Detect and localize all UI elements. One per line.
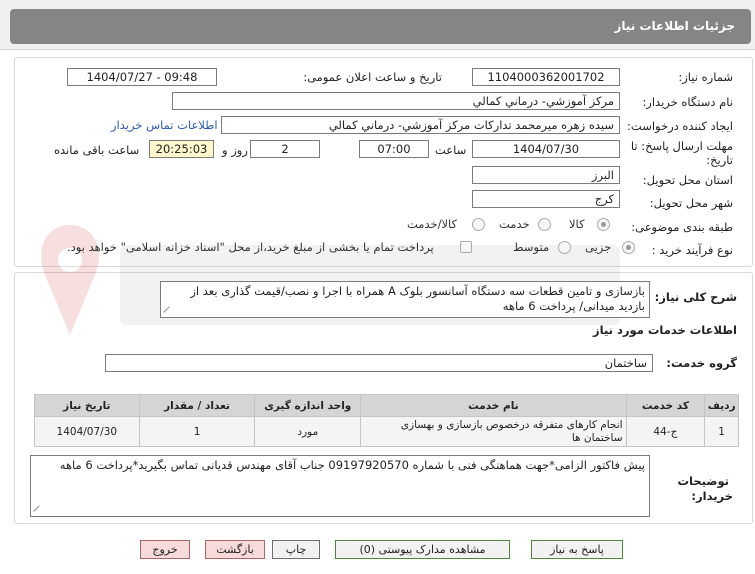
summary-label: شرح کلی نیاز: xyxy=(654,290,737,304)
col-unit: واحد اندازه گیری xyxy=(254,394,362,417)
category-label: طبقه بندی موضوعی: xyxy=(631,220,733,234)
category-radio-goods[interactable] xyxy=(597,218,610,231)
table-header-row: ردیف کد خدمت نام خدمت واحد اندازه گیری ت… xyxy=(34,394,739,417)
col-need-date: تاریخ نیاز xyxy=(34,394,140,417)
remaining-time-label: ساعت باقی مانده xyxy=(54,143,140,157)
services-table: ردیف کد خدمت نام خدمت واحد اندازه گیری ت… xyxy=(34,394,739,447)
announce-date-label: تاریخ و ساعت اعلان عمومی: xyxy=(303,70,442,84)
back-button[interactable]: بازگشت xyxy=(205,540,265,559)
process-radio-minor[interactable] xyxy=(622,241,635,254)
deadline-time-label: ساعت xyxy=(435,143,467,157)
creator-field: سیده زهره میرمحمد تدارکات مرکز آموزشي- د… xyxy=(221,116,620,134)
col-service-name: نام خدمت xyxy=(360,394,627,417)
creator-label: ایجاد کننده درخواست: xyxy=(627,119,733,133)
cell-need-date: 1404/07/30 xyxy=(34,416,140,447)
category-option-service: خدمت xyxy=(499,217,530,231)
city-label: شهر محل تحویل: xyxy=(649,196,733,210)
service-group-label: گروه خدمت: xyxy=(666,356,737,370)
cell-unit: مورد xyxy=(254,416,362,447)
buyer-notes-label-2: خریدار: xyxy=(691,489,733,503)
province-label: استان محل تحویل: xyxy=(642,173,733,187)
col-row-number: ردیف xyxy=(704,394,739,417)
days-label: روز و xyxy=(222,143,248,157)
province-field: البرز xyxy=(472,166,620,184)
cell-service-code: ج-44 xyxy=(625,416,706,447)
buyer-field: مرکز آموزشي- درماني كمالي xyxy=(172,92,620,110)
days-remaining-field: 2 xyxy=(250,140,320,158)
cell-row-number: 1 xyxy=(704,416,739,447)
need-number-label: شماره نیاز: xyxy=(678,70,733,84)
category-option-goods-service: کالا/خدمت xyxy=(407,217,458,231)
respond-button[interactable]: پاسخ به نیاز xyxy=(531,540,623,559)
category-radio-goods-service[interactable] xyxy=(472,218,485,231)
print-button[interactable]: چاپ xyxy=(272,540,320,559)
announce-date-field: 1404/07/27 - 09:48 xyxy=(67,68,217,86)
process-radio-medium[interactable] xyxy=(558,241,571,254)
deadline-date-field: 1404/07/30 xyxy=(472,140,620,158)
need-info-panel xyxy=(14,57,753,267)
process-type-label: نوع فرآیند خرید : xyxy=(651,243,733,257)
col-service-code: کد خدمت xyxy=(625,394,706,417)
need-number-field: 1104000362001702 xyxy=(472,68,620,86)
deadline-label: مهلت ارسال پاسخ: تا xyxy=(630,139,733,153)
col-quantity: تعداد / مقدار xyxy=(138,394,256,417)
buyer-label: نام دستگاه خریدار: xyxy=(642,95,733,109)
cell-quantity: 1 xyxy=(138,416,256,447)
buyer-notes-label: توضیحات xyxy=(677,474,730,488)
page-title: جزئیات اطلاعات نیاز xyxy=(614,19,735,33)
buyer-notes-textarea: پیش فاکتور الزامی*جهت هماهنگی فنی با شما… xyxy=(30,455,650,517)
process-option-minor: جزیی xyxy=(585,240,612,254)
treasury-payment-checkbox[interactable] xyxy=(460,241,472,253)
deadline-time-field: 07:00 xyxy=(359,140,429,158)
exit-button[interactable]: خروج xyxy=(140,540,190,559)
category-radio-service[interactable] xyxy=(538,218,551,231)
deadline-date-label: تاریخ: xyxy=(706,153,733,167)
cell-service-name: انجام کارهای متفرقه درخصوص بازسازی و بهس… xyxy=(360,416,627,447)
process-option-medium: متوسط xyxy=(513,240,550,254)
remaining-time-field: 20:25:03 xyxy=(149,140,214,158)
buyer-contact-link[interactable]: اطلاعات تماس خریدار xyxy=(111,118,218,132)
treasury-payment-note: پرداخت تمام یا بخشی از مبلغ خرید،از محل … xyxy=(67,240,434,254)
services-section-title: اطلاعات خدمات مورد نیاز xyxy=(593,323,737,337)
city-field: کرج xyxy=(472,190,620,208)
category-option-goods: کالا xyxy=(569,217,585,231)
service-group-field: ساختمان xyxy=(105,354,653,372)
table-row: 1 ج-44 انجام کارهای متفرقه درخصوص بازساز… xyxy=(34,416,739,447)
attachments-button[interactable]: مشاهده مدارک پیوستی (0) xyxy=(335,540,510,559)
summary-textarea: بازسازی و تامین قطعات سه دستگاه آسانسور … xyxy=(160,281,650,318)
